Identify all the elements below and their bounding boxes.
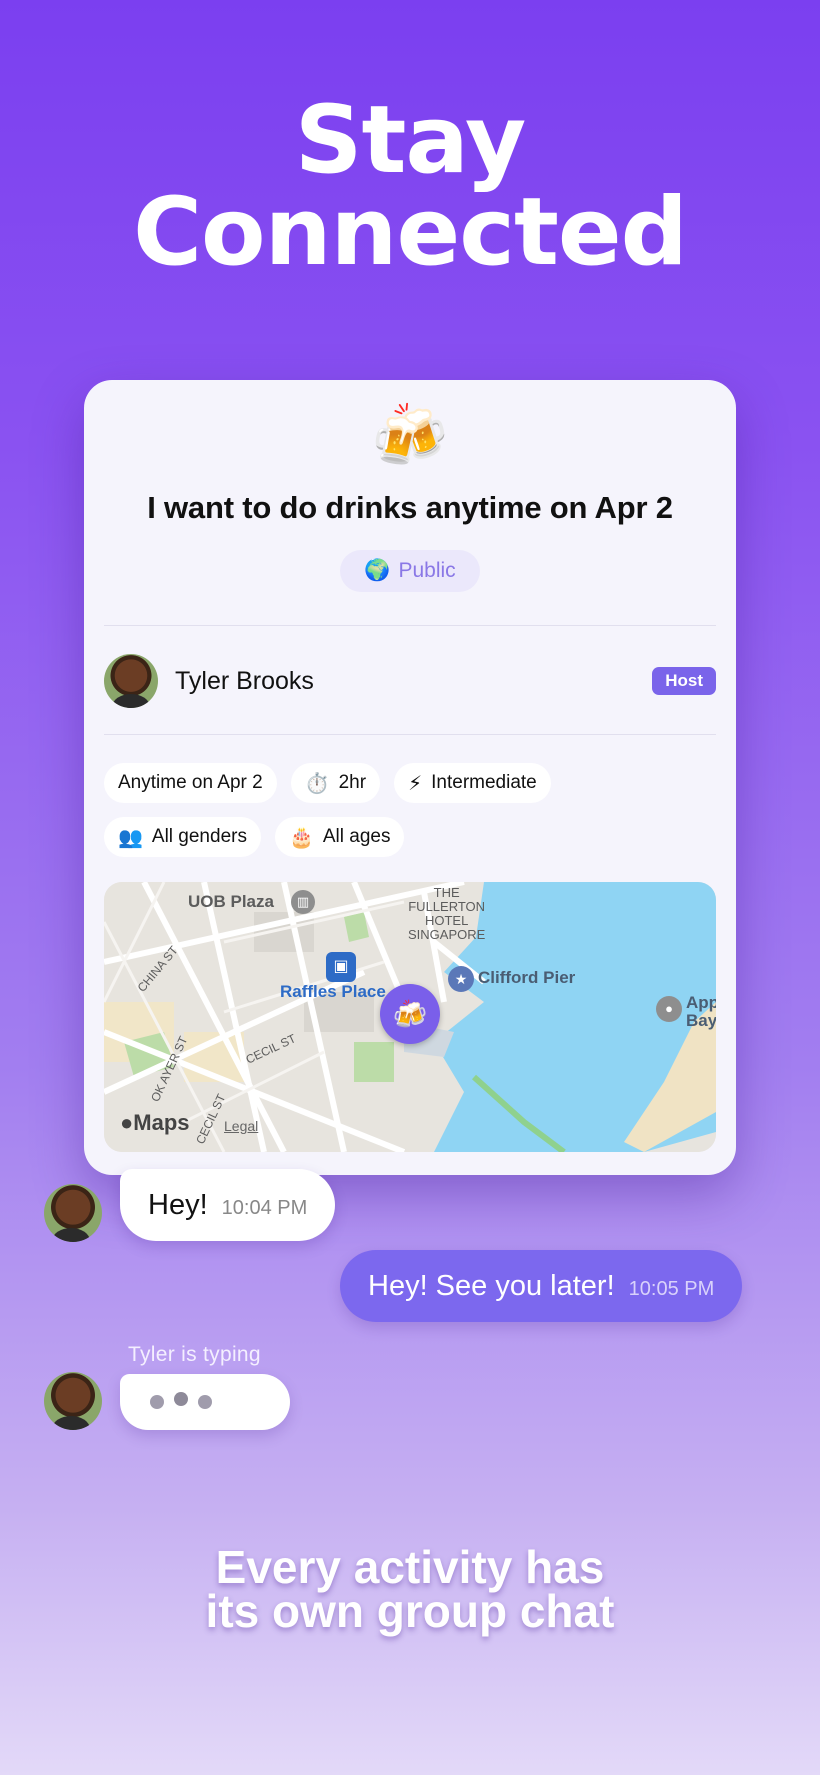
typing-indicator-label: Tyler is typing bbox=[128, 1343, 261, 1366]
map-label-fullerton-1: THE bbox=[433, 885, 460, 900]
typing-dot bbox=[174, 1392, 188, 1406]
beer-mugs-icon: 🍻 bbox=[371, 402, 449, 471]
duration-chip: ⏱️ 2hr bbox=[290, 763, 381, 803]
map-label-apple-2: Bay bbox=[686, 1011, 716, 1030]
typing-dot bbox=[150, 1395, 164, 1409]
apple-logo-icon: ● bbox=[120, 1110, 134, 1135]
typing-dots bbox=[150, 1392, 212, 1409]
age-chip-label: All ages bbox=[322, 826, 391, 847]
time-chip: Anytime on Apr 2 bbox=[104, 763, 277, 803]
host-name: Tyler Brooks bbox=[175, 667, 314, 695]
map-label-fullerton-2: FULLERTON bbox=[408, 899, 486, 914]
level-chip: ⚡ Intermediate bbox=[394, 763, 551, 803]
location-pin[interactable]: 🍻 bbox=[380, 984, 440, 1044]
map-label-clifford-pier: Clifford Pier bbox=[478, 968, 576, 987]
visibility-pill[interactable]: 🌍 Public bbox=[340, 550, 480, 592]
headline: Stay Connected bbox=[0, 86, 820, 287]
chat-message-text: Hey! bbox=[148, 1188, 208, 1221]
activity-card[interactable]: 🍻 I want to do drinks anytime on Apr 2 🌍… bbox=[84, 380, 736, 1175]
age-chip: 🎂 All ages bbox=[274, 817, 405, 857]
gender-chip-label: All genders bbox=[151, 826, 247, 847]
visibility-label: Public bbox=[398, 559, 456, 582]
beer-pin-icon: 🍻 bbox=[392, 998, 428, 1030]
typing-dot bbox=[198, 1395, 212, 1409]
map-label-fullerton: THE FULLERTON HOTEL SINGAPORE bbox=[408, 886, 485, 942]
people-icon: 👥 bbox=[118, 826, 143, 849]
gender-chip: 👥 All genders bbox=[104, 817, 261, 857]
map-label-uob-plaza: UOB Plaza bbox=[188, 892, 274, 911]
duration-chip-label: 2hr bbox=[338, 772, 367, 793]
typing-bubble bbox=[120, 1374, 290, 1430]
map-label-fullerton-3: HOTEL bbox=[424, 913, 469, 928]
train-station-icon: ▣ bbox=[326, 952, 356, 982]
cake-icon: 🎂 bbox=[288, 826, 314, 849]
time-chip-label: Anytime on Apr 2 bbox=[118, 772, 263, 793]
map-label-apple-1: App bbox=[686, 993, 716, 1012]
map-label-apple-bay: App Bay bbox=[686, 994, 716, 1030]
activity-details: Anytime on Apr 2 ⏱️ 2hr ⚡ Intermediate 👥… bbox=[104, 763, 716, 871]
chat-message-time: 10:04 PM bbox=[221, 1196, 308, 1219]
host-row[interactable]: Tyler Brooks Host bbox=[104, 653, 716, 709]
apple-maps-logo: ●Maps bbox=[120, 1110, 190, 1136]
divider bbox=[104, 734, 716, 735]
headline-line-2: Connected bbox=[133, 178, 688, 287]
chat-message-text: Hey! See you later! bbox=[368, 1269, 615, 1302]
chat-message-time: 10:05 PM bbox=[628, 1277, 715, 1300]
chat-bubble-outgoing[interactable]: Hey! See you later! 10:05 PM bbox=[340, 1250, 743, 1322]
chat-avatar-tyler[interactable] bbox=[44, 1184, 102, 1242]
stopwatch-icon: ⏱️ bbox=[304, 772, 330, 795]
headline-line-1: Stay bbox=[294, 86, 526, 195]
divider bbox=[104, 625, 716, 626]
host-avatar[interactable] bbox=[104, 654, 158, 708]
chat-avatar-tyler[interactable] bbox=[44, 1372, 102, 1430]
host-badge: Host bbox=[652, 667, 716, 695]
map-label-raffles-place: Raffles Place bbox=[280, 982, 386, 1001]
activity-title: I want to do drinks anytime on Apr 2 bbox=[147, 490, 673, 525]
maps-legal-link[interactable]: Legal bbox=[224, 1118, 258, 1134]
maps-brand-label: Maps bbox=[133, 1110, 190, 1135]
globe-icon: 🌍 bbox=[364, 559, 391, 582]
bank-icon: ▥ bbox=[291, 890, 315, 914]
chat-bubble-incoming[interactable]: Hey! 10:04 PM bbox=[120, 1169, 336, 1241]
location-map[interactable]: UOB Plaza THE FULLERTON HOTEL SINGAPORE … bbox=[104, 882, 716, 1152]
caption-line-2: its own group chat bbox=[205, 1585, 615, 1637]
caption-line-1: Every activity has bbox=[215, 1541, 605, 1593]
map-label-fullerton-4: SINGAPORE bbox=[408, 927, 486, 942]
caption: Every activity has its own group chat bbox=[0, 1541, 820, 1637]
star-icon: ★ bbox=[448, 966, 474, 992]
apple-store-icon: ● bbox=[656, 996, 682, 1022]
level-chip-label: Intermediate bbox=[431, 772, 537, 793]
lightning-icon: ⚡ bbox=[408, 772, 423, 795]
